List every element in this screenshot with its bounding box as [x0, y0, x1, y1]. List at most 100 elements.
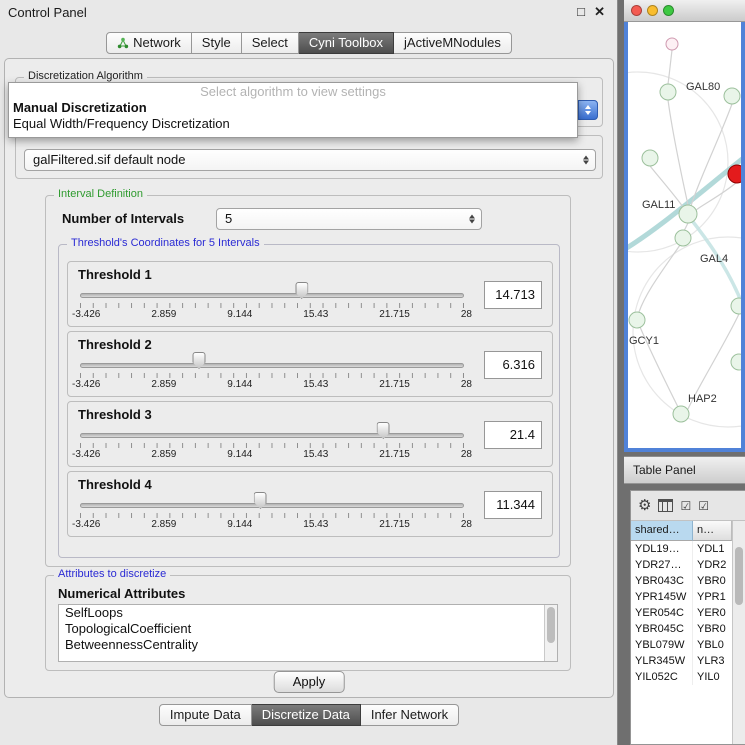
apply-button[interactable]: Apply	[274, 671, 345, 693]
node-label: GAL80	[686, 81, 720, 93]
table-row[interactable]: YDR27…YDR2	[631, 557, 732, 573]
table-panel-header[interactable]: Table Panel	[624, 456, 745, 484]
table-row[interactable]: YPR145WYPR1	[631, 589, 732, 605]
gear-icon[interactable]: ⚙	[638, 498, 651, 513]
slider-track[interactable]	[80, 363, 464, 368]
table-cell: YLR345W	[631, 653, 693, 669]
slider-track[interactable]	[80, 293, 464, 298]
node-label: GCY1	[629, 335, 659, 347]
threshold-3-slider[interactable]: -3.426 2.859 9.144 15.43 21.715 28	[80, 402, 464, 466]
table-cell: YDL19…	[631, 541, 693, 557]
network-node[interactable]	[675, 230, 691, 246]
bottom-tab-bar: Impute Data Discretize Data Infer Networ…	[0, 704, 618, 726]
table-row[interactable]: YLR345WYLR3	[631, 653, 732, 669]
tab-style[interactable]: Style	[192, 32, 242, 54]
table-scrollbar[interactable]	[732, 521, 745, 744]
group-label: Attributes to discretize	[54, 568, 170, 580]
slider-tick-labels: -3.426 2.859 9.144 15.43 21.715 28	[72, 449, 472, 460]
tab-cyni-toolbox[interactable]: Cyni Toolbox	[299, 32, 394, 54]
network-node[interactable]	[629, 312, 645, 328]
list-scrollbar[interactable]	[544, 605, 557, 661]
threshold-2-slider[interactable]: -3.426 2.859 9.144 15.43 21.715 28	[80, 332, 464, 396]
network-node[interactable]	[724, 88, 740, 104]
table-row[interactable]: YBL079WYBL0	[631, 637, 732, 653]
network-node[interactable]	[728, 165, 741, 183]
table-data-dropdown[interactable]: galFiltered.sif default node	[24, 149, 596, 171]
stepper-icon	[469, 215, 475, 224]
table-row[interactable]: YBR045CYBR0	[631, 621, 732, 637]
tab-label: Impute Data	[170, 705, 241, 725]
tab-label: Network	[133, 33, 181, 53]
threshold-4-slider[interactable]: -3.426 2.859 9.144 15.43 21.715 28	[80, 472, 464, 536]
group-label: Threshold's Coordinates for 5 Intervals	[67, 237, 264, 249]
down-arrow-icon	[583, 161, 589, 165]
numerical-attributes-list[interactable]: SelfLoopsTopologicalCoefficientBetweenne…	[58, 604, 558, 662]
slider-track[interactable]	[80, 433, 464, 438]
table-row[interactable]: YIL052CYIL0	[631, 669, 732, 685]
threshold-value-input[interactable]: 21.4	[484, 421, 542, 449]
tab-discretize-data[interactable]: Discretize Data	[252, 704, 361, 726]
tick-label: 21.715	[379, 519, 410, 530]
tab-infer-network[interactable]: Infer Network	[361, 704, 459, 726]
tab-jactivemnodules[interactable]: jActiveMNodules	[394, 32, 512, 54]
table-toolbar: ⚙ ☑ ☑	[631, 491, 745, 521]
network-node[interactable]	[642, 150, 658, 166]
threshold-value-input[interactable]: 14.713	[484, 281, 542, 309]
number-of-intervals-dropdown[interactable]: 5	[216, 208, 482, 230]
tick-label: 9.144	[227, 519, 252, 530]
slider-ticks	[80, 373, 464, 378]
tab-label: Select	[252, 33, 288, 53]
dropdown-stepper-icon[interactable]	[578, 100, 598, 120]
select-all-checkbox-icon[interactable]: ☑	[680, 500, 691, 512]
table-rows: YDL19…YDL1YDR27…YDR2YBR043CYBR0YPR145WYP…	[631, 541, 732, 744]
table-cell: YBR0	[693, 573, 732, 589]
table-browser-panel: ⚙ ☑ ☑ shared… n… YDL19…YDL1YDR27…YDR2YBR…	[630, 490, 745, 745]
stepper-icon	[583, 156, 589, 165]
table-cell: YBL079W	[631, 637, 693, 653]
scrollbar-thumb[interactable]	[547, 607, 555, 643]
network-node[interactable]	[673, 406, 689, 422]
network-node[interactable]	[731, 298, 741, 314]
tick-label: -3.426	[72, 519, 100, 530]
dropdown-option-manual-discretization[interactable]: Manual Discretization	[9, 100, 577, 116]
close-icon[interactable]: ✕	[594, 4, 605, 20]
tab-network[interactable]: Network	[106, 32, 192, 54]
threshold-value-input[interactable]: 11.344	[484, 491, 542, 519]
threshold-1-slider[interactable]: -3.426 2.859 9.144 15.43 21.715 28	[80, 262, 464, 326]
scrollbar-thumb[interactable]	[735, 547, 743, 605]
network-canvas[interactable]: GAL80GAL11GAL4GCY1HAP2	[628, 22, 741, 448]
dropdown-option-equal-width-frequency[interactable]: Equal Width/Frequency Discretization	[9, 116, 577, 132]
network-node[interactable]	[660, 84, 676, 100]
interval-definition-group: Interval Definition Number of Intervals …	[45, 195, 571, 567]
list-item[interactable]: SelfLoops	[59, 605, 557, 621]
network-graph: GAL80GAL11GAL4GCY1HAP2	[628, 22, 741, 448]
tick-label: 28	[461, 379, 472, 390]
column-header-name[interactable]: n…	[693, 521, 732, 541]
network-node[interactable]	[666, 38, 678, 50]
select-none-checkbox-icon[interactable]: ☑	[698, 500, 709, 512]
table-row[interactable]: YER054CYER0	[631, 605, 732, 621]
down-arrow-icon	[469, 220, 475, 224]
tab-select[interactable]: Select	[242, 32, 299, 54]
columns-icon[interactable]	[658, 499, 673, 512]
network-node[interactable]	[731, 354, 741, 370]
list-item[interactable]: BetweennessCentrality	[59, 637, 557, 653]
zoom-traffic-light-icon[interactable]	[663, 5, 674, 16]
minimize-traffic-light-icon[interactable]	[647, 5, 658, 16]
threshold-value-input[interactable]: 6.316	[484, 351, 542, 379]
node-label: GAL4	[700, 253, 728, 265]
tab-impute-data[interactable]: Impute Data	[159, 704, 252, 726]
table-row[interactable]: YDL19…YDL1	[631, 541, 732, 557]
network-window-titlebar[interactable]	[624, 0, 745, 22]
table-row[interactable]: YBR043CYBR0	[631, 573, 732, 589]
tick-label: 2.859	[151, 379, 176, 390]
float-window-icon[interactable]: □	[577, 4, 585, 19]
network-node[interactable]	[679, 205, 697, 223]
column-header-shared-name[interactable]: shared…	[631, 521, 693, 541]
slider-track[interactable]	[80, 503, 464, 508]
tick-label: -3.426	[72, 379, 100, 390]
list-item[interactable]: TopologicalCoefficient	[59, 621, 557, 637]
close-traffic-light-icon[interactable]	[631, 5, 642, 16]
node-label: GAL11	[642, 199, 675, 211]
up-arrow-icon	[585, 105, 591, 109]
